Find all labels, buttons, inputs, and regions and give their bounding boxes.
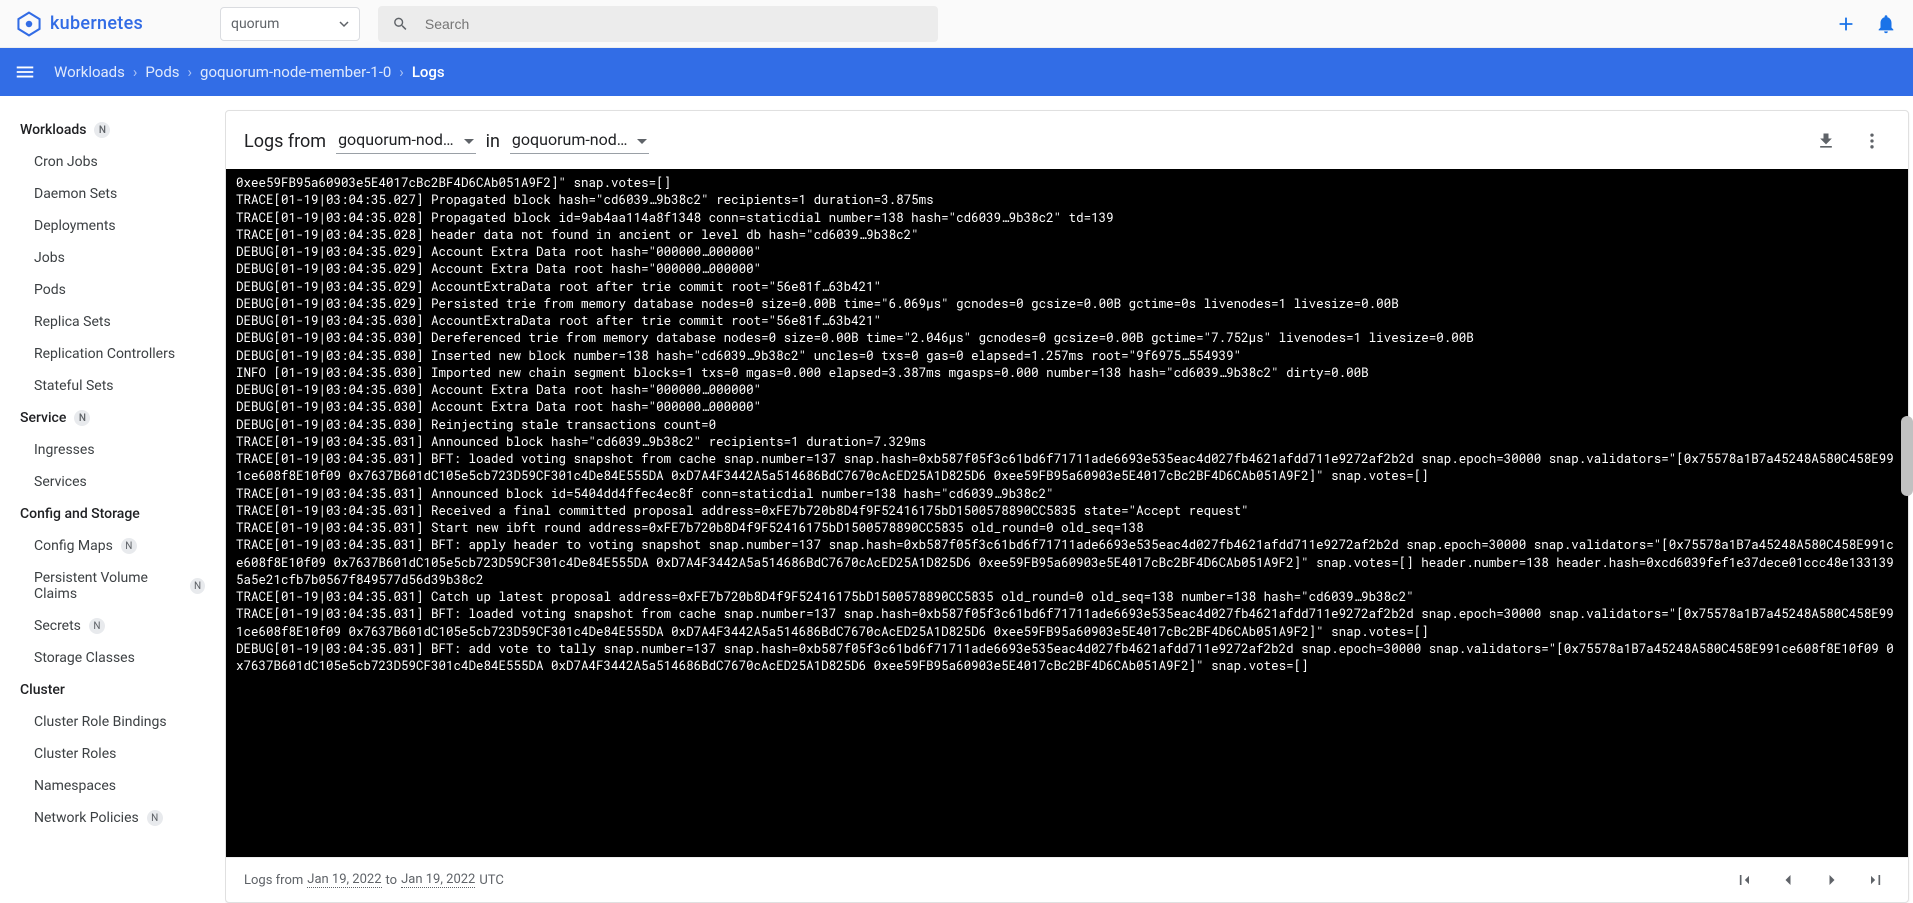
kubernetes-logo-icon (16, 11, 42, 37)
sidebar-item-label: Stateful Sets (34, 378, 114, 394)
badge-n: N (94, 122, 110, 138)
crumb-pod-name[interactable]: goquorum-node-member-1-0 (200, 63, 391, 81)
sidebar-item-label: Jobs (34, 250, 65, 266)
sidebar-item-label: Cluster Role Bindings (34, 714, 167, 730)
sidebar-item[interactable]: Cluster Roles (0, 738, 225, 770)
sidebar-heading[interactable]: Config and Storage (0, 498, 225, 530)
sidebar-item[interactable]: Storage Classes (0, 642, 225, 674)
sidebar-item-label: Pods (34, 282, 66, 298)
sidebar-item-label: Secrets (34, 618, 81, 634)
menu-icon[interactable] (14, 61, 36, 83)
prev-page-button[interactable] (1774, 866, 1802, 894)
sidebar-item-label: Replication Controllers (34, 346, 175, 362)
first-page-icon (1734, 870, 1754, 890)
namespace-select[interactable]: quorum (220, 7, 360, 41)
sidebar-item[interactable]: Pods (0, 274, 225, 306)
badge-n: N (190, 578, 205, 594)
top-bar: kubernetes quorum (0, 0, 1913, 48)
sidebar-item-label: Replica Sets (34, 314, 111, 330)
sidebar-heading[interactable]: ServiceN (0, 402, 225, 434)
crumb-logs: Logs (412, 63, 445, 81)
sidebar-item[interactable]: Config Maps N (0, 530, 225, 562)
sidebar-item-label: Persistent Volume Claims (34, 570, 182, 602)
sidebar-heading[interactable]: WorkloadsN (0, 114, 225, 146)
crumb-workloads[interactable]: Workloads (54, 63, 125, 81)
logs-in-label: in (486, 131, 500, 152)
footer-from-date[interactable]: Jan 19, 2022 (307, 872, 381, 888)
sidebar-item-label: Services (34, 474, 87, 490)
search-bar[interactable] (378, 6, 938, 42)
sidebar-item[interactable]: Deployments (0, 210, 225, 242)
sidebar-item-label: Storage Classes (34, 650, 135, 666)
sidebar-item[interactable]: Replication Controllers (0, 338, 225, 370)
last-page-button[interactable] (1862, 866, 1890, 894)
badge-n: N (147, 810, 163, 826)
breadcrumb-separator: › (399, 63, 404, 81)
log-pager (1730, 866, 1890, 894)
first-page-button[interactable] (1730, 866, 1758, 894)
namespace-value: quorum (231, 16, 279, 32)
sidebar-item[interactable]: Secrets N (0, 610, 225, 642)
badge-n: N (121, 538, 137, 554)
breadcrumb-separator: › (188, 63, 193, 81)
sidebar-item[interactable]: Services (0, 466, 225, 498)
sidebar-item[interactable]: Stateful Sets (0, 370, 225, 402)
footer-tz: UTC (479, 873, 503, 888)
brand-text: kubernetes (50, 13, 143, 34)
sidebar-item-label: Cluster Roles (34, 746, 116, 762)
chevron-right-icon (1822, 870, 1842, 890)
download-button[interactable] (1808, 123, 1844, 159)
plus-icon[interactable] (1835, 13, 1857, 35)
breadcrumb-bar: Workloads › Pods › goquorum-node-member-… (0, 48, 1913, 96)
brand[interactable]: kubernetes (16, 11, 216, 37)
sidebar-item-label: Network Policies (34, 810, 139, 826)
container-select[interactable]: goquorum-nod… (336, 128, 476, 154)
chevron-left-icon (1778, 870, 1798, 890)
more-vert-icon (1862, 131, 1882, 151)
badge-n: N (89, 618, 105, 634)
main-content: Logs from goquorum-nod… in goquorum-nod…… (225, 96, 1913, 903)
logs-header: Logs from goquorum-nod… in goquorum-nod… (226, 111, 1908, 169)
sidebar-item-label: Cron Jobs (34, 154, 98, 170)
footer-to-date[interactable]: Jan 19, 2022 (401, 872, 475, 888)
sidebar-item[interactable]: Daemon Sets (0, 178, 225, 210)
sidebar-item[interactable]: Ingresses (0, 434, 225, 466)
crumb-pods[interactable]: Pods (145, 63, 179, 81)
sidebar-item[interactable]: Namespaces (0, 770, 225, 802)
sidebar-item[interactable]: Persistent Volume Claims N (0, 562, 225, 610)
last-page-icon (1866, 870, 1886, 890)
top-actions (1835, 13, 1897, 35)
logs-footer: Logs from Jan 19, 2022 to Jan 19, 2022 U… (226, 857, 1908, 902)
bell-icon[interactable] (1875, 13, 1897, 35)
sidebar-item-label: Deployments (34, 218, 116, 234)
sidebar-item-label: Ingresses (34, 442, 95, 458)
more-button[interactable] (1854, 123, 1890, 159)
sidebar-item[interactable]: Network Policies N (0, 802, 225, 834)
chevron-down-icon (339, 19, 349, 29)
breadcrumb-separator: › (133, 63, 138, 81)
footer-prefix: Logs from (244, 873, 303, 888)
next-page-button[interactable] (1818, 866, 1846, 894)
scrollbar-thumb[interactable] (1901, 416, 1913, 496)
sidebar-item[interactable]: Cron Jobs (0, 146, 225, 178)
sidebar-item[interactable]: Jobs (0, 242, 225, 274)
logs-body[interactable]: 0xee59FB95a60903e5E4017cBc2BF4D6CAb051A9… (226, 169, 1908, 857)
badge-n: N (74, 410, 90, 426)
sidebar-heading[interactable]: Cluster (0, 674, 225, 706)
sidebar-item[interactable]: Cluster Role Bindings (0, 706, 225, 738)
logs-from-label: Logs from (244, 131, 326, 152)
sidebar-item[interactable]: Replica Sets (0, 306, 225, 338)
search-input[interactable] (425, 16, 924, 32)
sidebar-item-label: Daemon Sets (34, 186, 117, 202)
sidebar-item-label: Config Maps (34, 538, 113, 554)
sidebar: WorkloadsN Cron Jobs Daemon Sets Deployment… (0, 96, 225, 903)
download-icon (1816, 131, 1836, 151)
logs-card: Logs from goquorum-nod… in goquorum-nod…… (225, 110, 1909, 903)
footer-to-label: to (386, 873, 398, 888)
pod-select[interactable]: goquorum-nod… (510, 128, 650, 154)
search-icon (392, 15, 409, 33)
sidebar-item-label: Namespaces (34, 778, 116, 794)
